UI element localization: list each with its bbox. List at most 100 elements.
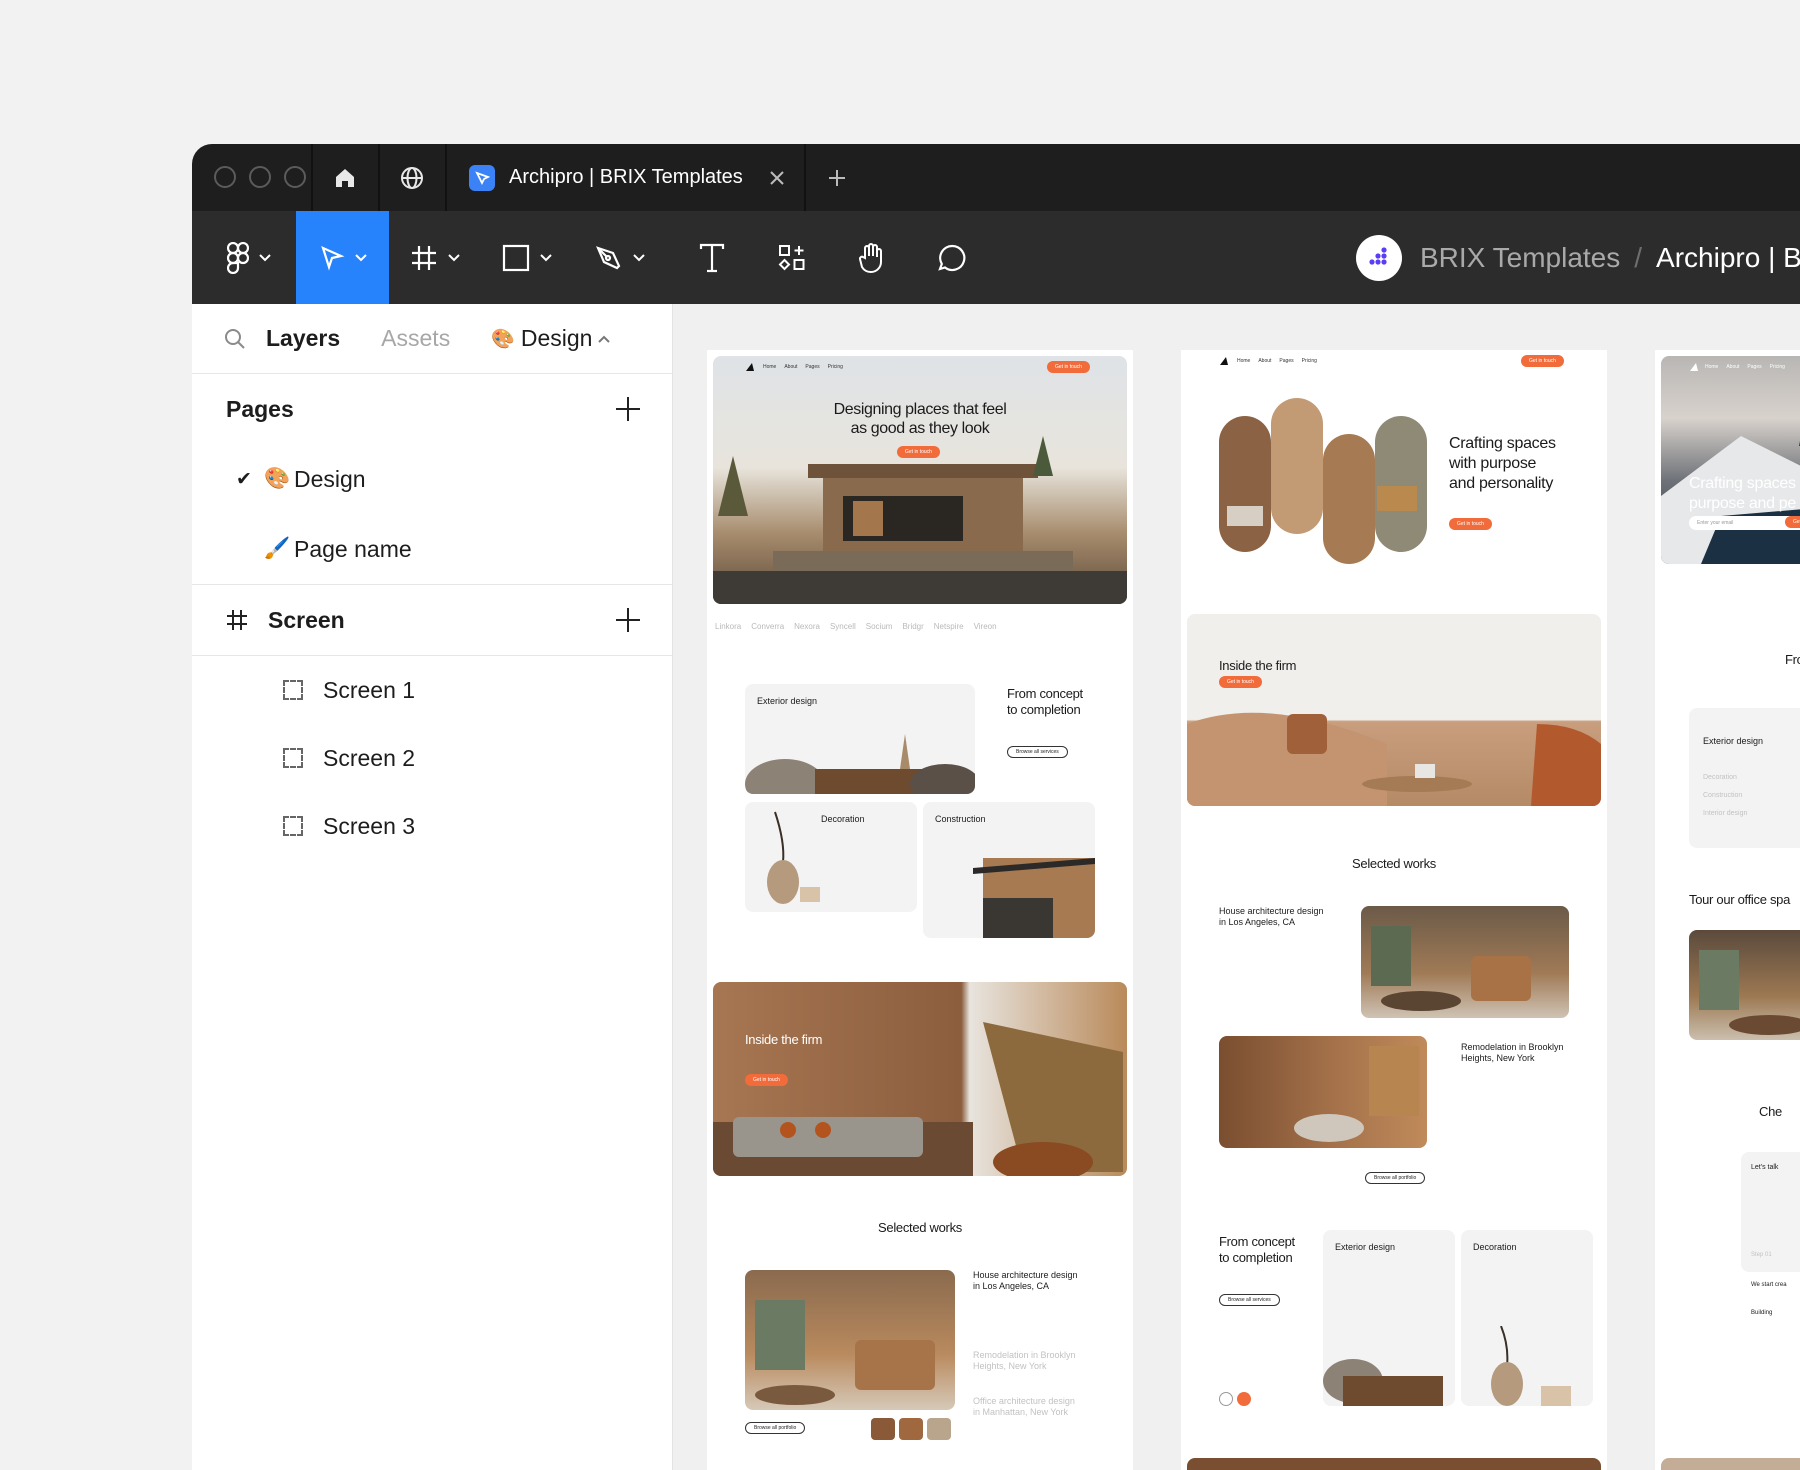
minimize-window-button[interactable] (249, 166, 271, 188)
close-icon (770, 170, 784, 185)
add-page-button[interactable] (616, 397, 640, 421)
works-title: Selected works (878, 1220, 962, 1235)
firm-cta-button[interactable]: Get in touch (1219, 676, 1262, 688)
divider (804, 144, 806, 211)
hero-image (713, 356, 1127, 604)
frame-tool[interactable] (400, 211, 470, 304)
close-tab-button[interactable] (757, 170, 797, 185)
firm-cta-button[interactable]: Get in touch (745, 1074, 788, 1086)
section-title: Fro (1785, 652, 1800, 667)
pen-icon (596, 245, 621, 269)
screen-1-frame[interactable]: Home About Pages Pricing Get in touch De… (707, 350, 1133, 1470)
client-logo: Linkora (715, 622, 742, 631)
next-arrow-button[interactable] (1237, 1392, 1251, 1406)
nav-pages[interactable]: Pages (805, 364, 819, 370)
site-nav: Home About Pages Pricing (763, 364, 843, 370)
thumbnail[interactable] (899, 1418, 923, 1440)
screen-3-frame[interactable]: Home About Pages Pricing Crafting spaces… (1655, 350, 1800, 1470)
maximize-window-button[interactable] (284, 166, 306, 188)
hero-cta-button[interactable]: Get in touch (1449, 518, 1492, 530)
page-item-page-name[interactable]: 🖌️ Page name (192, 514, 672, 584)
design-canvas[interactable]: Home About Pages Pricing Get in touch De… (673, 304, 1800, 1470)
get-in-touch-button[interactable]: Get in touch (1521, 355, 1564, 367)
browse-portfolio-button[interactable]: Browse all portfolio (1365, 1172, 1426, 1184)
community-button[interactable] (379, 144, 445, 211)
layer-item[interactable]: Screen 3 (192, 792, 672, 860)
get-in-touch-button[interactable]: Get in touch (1785, 516, 1800, 528)
exterior-card[interactable]: Exterior design (1323, 1230, 1455, 1406)
service-item[interactable]: Exterior design (1703, 736, 1763, 747)
nav-home[interactable]: Home (763, 364, 776, 370)
team-name[interactable]: BRIX Templates (1420, 242, 1620, 274)
service-item[interactable]: Decoration (1703, 774, 1737, 782)
file-name[interactable]: Archipro | BR (1656, 242, 1800, 274)
home-icon (336, 168, 354, 187)
construction-card[interactable]: Construction (923, 802, 1095, 938)
comment-tool[interactable] (922, 211, 982, 304)
work-item-title[interactable]: House architecture design in Los Angeles… (1219, 906, 1324, 928)
client-logo: Converra (751, 622, 785, 631)
components-tool[interactable] (762, 211, 822, 304)
tab-assets[interactable]: Assets (381, 325, 450, 352)
add-layer-button[interactable] (616, 608, 640, 632)
move-tool[interactable] (296, 211, 389, 304)
archipro-logo-icon (1690, 363, 1698, 371)
pen-tool[interactable] (585, 211, 655, 304)
pages-title: Pages (226, 395, 294, 422)
service-item[interactable]: Interior design (1703, 810, 1747, 818)
work-image (1219, 1036, 1427, 1148)
work-item-title[interactable]: House architecture design in Los Angeles… (973, 1270, 1078, 1292)
thumbnail[interactable] (871, 1418, 895, 1440)
browse-services-button[interactable]: Browse all services (1219, 1294, 1280, 1306)
nav-about[interactable]: About (784, 364, 797, 370)
firm-title: Inside the firm (745, 1032, 823, 1047)
figma-logo-icon (227, 241, 249, 274)
prev-arrow-button[interactable] (1219, 1392, 1233, 1406)
browse-services-button[interactable]: Browse all services (1007, 746, 1068, 758)
dashed-frame-icon (283, 748, 303, 768)
contact-card: Let's talk Step 01 (1741, 1152, 1800, 1272)
page-selector[interactable]: 🎨 Design (491, 325, 611, 352)
firm-title: Inside the firm (1219, 658, 1297, 673)
page-item-design[interactable]: ✔ 🎨 Design (192, 444, 672, 514)
tab-layers[interactable]: Layers (266, 325, 340, 352)
breadcrumb: BRIX Templates / Archipro | BR (1356, 211, 1800, 304)
work-image (745, 1270, 955, 1410)
search-icon[interactable] (224, 328, 246, 350)
nav-pricing[interactable]: Pricing (828, 364, 843, 370)
card-title: Exterior design (757, 696, 818, 706)
archipro-logo-icon (746, 363, 754, 371)
home-button[interactable] (312, 144, 378, 211)
main-menu-button[interactable] (212, 211, 286, 304)
work-item-title[interactable]: Remodelation in Brooklyn Heights, New Yo… (1461, 1042, 1564, 1064)
browse-portfolio-button[interactable]: Browse all portfolio (745, 1422, 806, 1434)
work-item-title[interactable]: Remodelation in Brooklyn Heights, New Yo… (973, 1350, 1076, 1372)
office-image (1689, 930, 1800, 1040)
layer-item[interactable]: Screen 2 (192, 724, 672, 792)
hero-arches-image (1219, 398, 1427, 564)
exterior-card[interactable]: Exterior design (745, 684, 975, 794)
text-tool[interactable] (682, 211, 742, 304)
frame-layer-header[interactable]: Screen (192, 585, 672, 655)
decoration-card[interactable]: Decoration (745, 802, 917, 912)
client-logo: Nexora (794, 622, 820, 631)
get-in-touch-button[interactable]: Get in touch (1047, 361, 1090, 373)
screen-2-frame[interactable]: Home About Pages Pricing Get in touch Cr… (1181, 350, 1607, 1470)
new-tab-button[interactable] (812, 144, 862, 211)
service-item[interactable]: Construction (1703, 792, 1742, 800)
shape-tool[interactable] (492, 211, 562, 304)
hero-title: Crafting spaces with purpose and persona… (1449, 435, 1556, 492)
client-logos: Linkora Converra Nexora Syncell Socium B… (715, 622, 997, 631)
card-title: Construction (935, 814, 986, 824)
frame-icon (412, 245, 436, 270)
hand-tool[interactable] (842, 211, 902, 304)
layer-item[interactable]: Screen 1 (192, 656, 672, 724)
figma-file-icon (469, 164, 495, 191)
email-input[interactable]: Enter your email (1689, 516, 1800, 530)
tab-archipro[interactable]: Archipro | BRIX Templates (447, 144, 797, 211)
work-item-title[interactable]: Office architecture design in Manhattan,… (973, 1396, 1075, 1418)
close-window-button[interactable] (214, 166, 236, 188)
hero-cta-button[interactable]: Get in touch (897, 446, 940, 458)
thumbnail[interactable] (927, 1418, 951, 1440)
decoration-card[interactable]: Decoration (1461, 1230, 1593, 1406)
